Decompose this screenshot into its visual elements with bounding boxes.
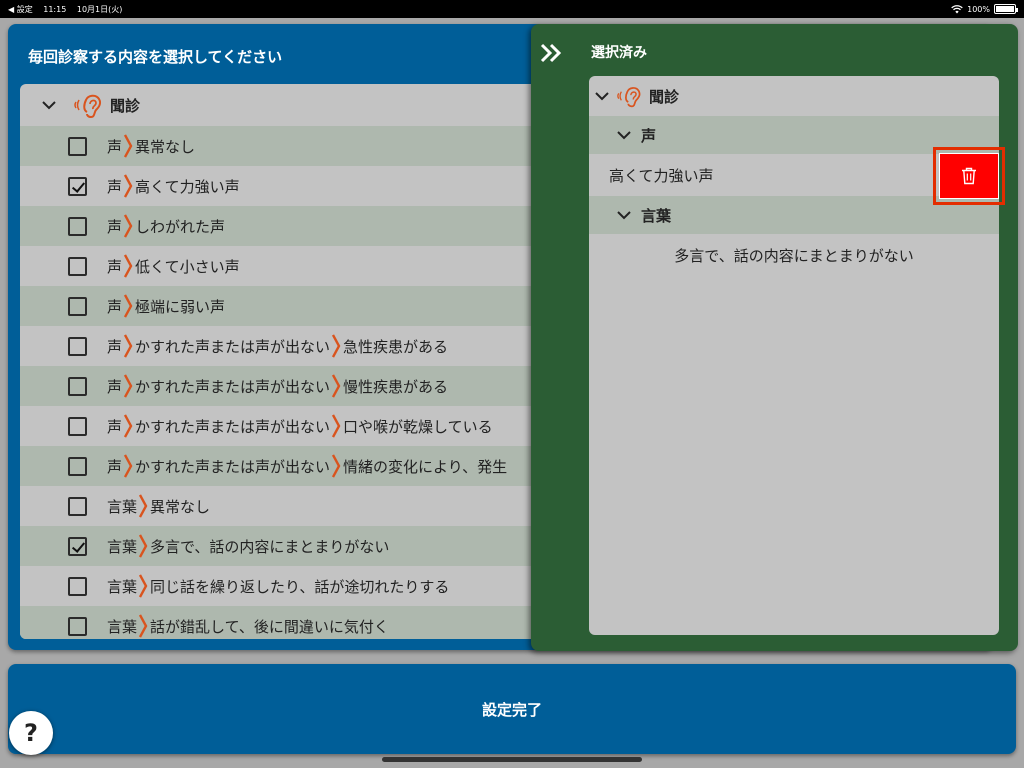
option-text: 高くて力強い声 [135, 177, 240, 196]
option-text: かすれた声または声が出ない [135, 337, 331, 356]
option-text: 極端に弱い声 [135, 297, 226, 316]
option-text: 情緒の変化により、発生 [343, 457, 508, 476]
option-text: 異常なし [150, 497, 211, 516]
chevron-right-icon [123, 214, 133, 238]
chevron-right-icon [123, 414, 133, 438]
selected-group-label: 声 [641, 126, 657, 145]
chevron-right-icon [138, 494, 148, 518]
trash-icon [962, 167, 976, 185]
option-text: 異常なし [135, 137, 196, 156]
option-text: 同じ話を繰り返したり、話が途切れたりする [150, 577, 450, 596]
option-text: 声 [107, 137, 123, 156]
option-text: 声 [107, 297, 123, 316]
chevron-right-icon [331, 374, 341, 398]
collapse-panel-icon[interactable] [539, 40, 565, 66]
selected-category-header[interactable]: 聞診 [589, 76, 999, 116]
wifi-icon [951, 4, 963, 13]
option-text: 慢性疾患がある [343, 377, 449, 396]
option-checkbox[interactable] [68, 296, 87, 316]
ear-icon [617, 87, 641, 108]
help-label: ? [24, 719, 38, 747]
category-label: 聞診 [110, 96, 141, 115]
option-text: かすれた声または声が出ない [135, 417, 331, 436]
chevron-right-icon [123, 134, 133, 158]
selected-item-label: 高くて力強い声 [609, 166, 714, 185]
option-checkbox[interactable] [68, 576, 87, 596]
battery-fill [996, 6, 1014, 12]
option-text: 言葉 [107, 577, 138, 596]
status-time: 11:15 [43, 4, 67, 14]
selected-panel: 選択済み 聞診 声 高くて力強い声 言葉 多言で、話の内容にまとまりがない [531, 24, 1018, 651]
chevron-right-icon [138, 534, 148, 558]
chevron-right-icon [123, 174, 133, 198]
option-checkbox[interactable] [68, 136, 87, 156]
option-checkbox[interactable] [68, 416, 87, 436]
option-text: 声 [107, 417, 123, 436]
status-date: 10月1日(火) [76, 4, 123, 14]
battery-icon [994, 4, 1018, 14]
home-indicator[interactable] [382, 757, 642, 762]
option-text: 多言で、話の内容にまとまりがない [150, 537, 390, 556]
option-text: 言葉 [107, 497, 138, 516]
option-checkbox[interactable] [68, 496, 87, 516]
ear-icon [74, 94, 102, 119]
selected-item-label: 多言で、話の内容にまとまりがない [674, 246, 914, 265]
option-text: 声 [107, 457, 123, 476]
option-checkbox[interactable] [68, 256, 87, 276]
chevron-right-icon [123, 294, 133, 318]
option-text: 声 [107, 257, 123, 276]
option-text: 急性疾患がある [343, 337, 449, 356]
option-text: 話が錯乱して、後に間違いに気付く [150, 617, 389, 636]
selected-item[interactable]: 多言で、話の内容にまとまりがない [589, 234, 999, 276]
selected-group-label: 言葉 [641, 206, 672, 225]
confirm-settings-label: 設定完了 [481, 700, 542, 719]
chevron-right-icon [331, 334, 341, 358]
status-bar: ◀ 設定 11:15 10月1日(火) 100% [0, 0, 1024, 18]
option-checkbox[interactable] [68, 456, 87, 476]
selection-panel-title: 毎回診察する内容を選択してください [28, 48, 283, 66]
option-text: 声 [107, 177, 123, 196]
option-checkbox[interactable] [68, 536, 87, 556]
option-text: 口や喉が乾燥している [343, 417, 493, 436]
selected-category-label: 聞診 [649, 87, 680, 106]
chevron-right-icon [331, 414, 341, 438]
option-checkbox[interactable] [68, 336, 87, 356]
option-checkbox[interactable] [68, 616, 87, 636]
chevron-down-icon[interactable] [595, 89, 609, 103]
option-text: 声 [107, 217, 123, 236]
chevron-right-icon [138, 614, 148, 638]
chevron-right-icon [123, 454, 133, 478]
battery-percent: 100% [967, 4, 990, 14]
option-text: 言葉 [107, 537, 138, 556]
back-to-settings-link[interactable]: ◀ 設定 [8, 5, 33, 14]
chevron-right-icon [123, 334, 133, 358]
chevron-right-icon [138, 574, 148, 598]
option-checkbox[interactable] [68, 176, 87, 196]
option-text: 言葉 [107, 617, 138, 636]
status-right: 100% [951, 4, 1018, 14]
option-checkbox[interactable] [68, 376, 87, 396]
chevron-right-icon [331, 454, 341, 478]
delete-button[interactable] [933, 147, 1005, 205]
delete-button-face[interactable] [939, 153, 999, 199]
confirm-settings-button[interactable]: 設定完了 [8, 664, 1016, 754]
help-button[interactable]: ? [9, 711, 53, 755]
chevron-down-icon[interactable] [617, 128, 631, 142]
option-text: かすれた声または声が出ない [135, 377, 331, 396]
option-checkbox[interactable] [68, 216, 87, 236]
option-text: かすれた声または声が出ない [135, 457, 331, 476]
chevron-down-icon[interactable] [42, 98, 56, 112]
option-text: 低くて小さい声 [135, 257, 240, 276]
status-left: ◀ 設定 11:15 10月1日(火) [8, 4, 130, 15]
chevron-right-icon [123, 374, 133, 398]
chevron-right-icon [123, 254, 133, 278]
option-text: しわがれた声 [135, 217, 226, 236]
selected-panel-title: 選択済み [591, 45, 647, 61]
option-text: 声 [107, 377, 123, 396]
option-text: 声 [107, 337, 123, 356]
chevron-down-icon[interactable] [617, 208, 631, 222]
